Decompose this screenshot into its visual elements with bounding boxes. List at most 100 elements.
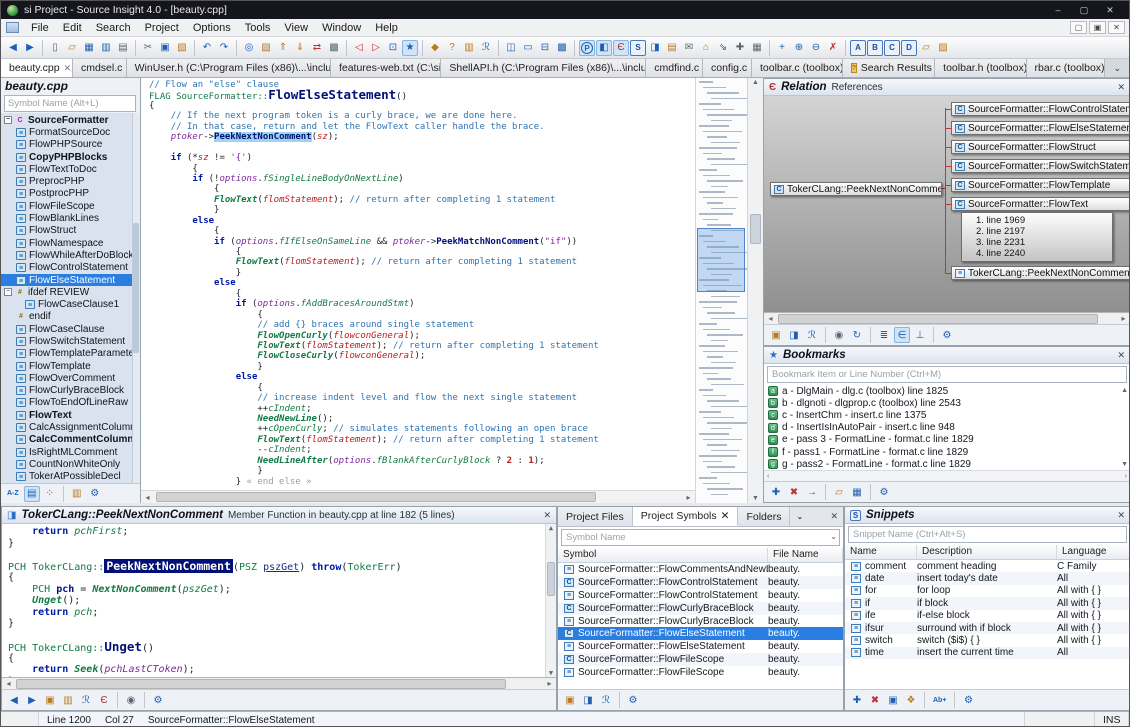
scroll-down-icon[interactable]: ▼ (748, 495, 763, 502)
symbol-item-endif[interactable]: #endif (1, 311, 140, 323)
close-tab-icon[interactable]: ✕ (721, 507, 730, 525)
load-bookmarks-icon[interactable]: ▱ (831, 484, 847, 500)
symbol-item-flowstruct[interactable]: ≡FlowStruct (1, 225, 140, 237)
references-r-icon[interactable]: ℛ (804, 327, 820, 343)
symbol-row-1[interactable]: CSourceFormatter::FlowControlStatementbe… (558, 576, 843, 589)
bookmarks-scrollbar[interactable]: ‹› (764, 470, 1130, 481)
snippet-row-if[interactable]: ≡ifif blockAll with { } (845, 597, 1130, 609)
code-editor[interactable]: // Flow an "else" clauseFLAG SourceForma… (141, 78, 695, 503)
tab-overflow-icon[interactable]: ⌄ (1105, 63, 1129, 74)
settings-gear-icon[interactable]: ⚙ (939, 327, 955, 343)
symbol-row-0[interactable]: ≡SourceFormatter::FlowCommentsAndNewLine… (558, 563, 843, 576)
bookmark-item-a[interactable]: aa - DlgMain - dlg.c (toolbox) line 1825 (764, 385, 1130, 397)
import-icon[interactable]: ⇘ (715, 40, 731, 56)
dropdown-chevron-icon[interactable]: ⌄ (830, 532, 837, 541)
relation-node-2[interactable]: CSourceFormatter::FlowStruct (951, 140, 1130, 154)
tab-shellapi.h[interactable]: ShellAPI.h (C:\Program Files (x86)\...\i… (441, 59, 646, 77)
tab-cmdsel.c[interactable]: cmdsel.c (73, 59, 127, 77)
sort-alpha-icon[interactable]: A-Z (4, 486, 22, 502)
symbol-item-isrightmlcomment[interactable]: ≡IsRightMLComment (1, 446, 140, 458)
bookmark-d-icon[interactable]: D (901, 40, 917, 56)
nav-back-icon[interactable]: ◀ (6, 692, 22, 708)
close-tab-icon[interactable]: ✕ (64, 60, 72, 77)
close-icon[interactable]: ✕ (1117, 510, 1125, 521)
relation-window-icon[interactable]: Є (613, 40, 629, 56)
relation-node-3[interactable]: CSourceFormatter::FlowSwitchStatement (951, 159, 1130, 173)
symbol-item-formatsourcedoc[interactable]: ≡FormatSourceDoc (1, 126, 140, 138)
context-vertical-scrollbar[interactable]: ▲ ▼ (545, 524, 556, 677)
bookmark-item-c[interactable]: cc - InsertChm - insert.c line 1375 (764, 409, 1130, 421)
bookmark-edit-icon[interactable]: ▨ (935, 40, 951, 56)
bookmark-item-f[interactable]: ff - pass1 - FormatLine - format.c line … (764, 446, 1130, 458)
rename-icon[interactable]: Ab+ (930, 692, 949, 708)
tab-beauty.cpp[interactable]: beauty.cpp✕ (1, 59, 73, 77)
project-window-icon[interactable]: ▤ (664, 40, 680, 56)
symbol-item-copyphpblocks[interactable]: ≡CopyPHPBlocks (1, 151, 140, 163)
symbol-list-scrollbar[interactable] (132, 113, 140, 483)
bookmark-item-e[interactable]: ee - pass 3 - FormatLine - format.c line… (764, 434, 1130, 446)
scroll-right-icon[interactable]: ▸ (682, 493, 695, 502)
bookmark-item-b[interactable]: bb - dlgnoti - dlgprop.c (toolbox) line … (764, 397, 1130, 409)
close-icon[interactable]: ✕ (1117, 350, 1125, 361)
scroll-thumb[interactable] (156, 492, 596, 502)
symbol-item-flowcaseclause1[interactable]: ≡FlowCaseClause1 (1, 298, 140, 310)
symbol-row-5[interactable]: CSourceFormatter::FlowElseStatementbeaut… (558, 627, 843, 640)
scroll-up-icon[interactable]: ▲ (748, 79, 763, 86)
browse-icon[interactable]: ▣ (562, 692, 578, 708)
tab-cmdfind.c[interactable]: cmdfind.c (646, 59, 703, 77)
symbol-item-flowswitchstatement[interactable]: ≡FlowSwitchStatement (1, 335, 140, 347)
settings-gear-icon[interactable]: ⚙ (625, 692, 641, 708)
lock-icon[interactable]: ◉ (123, 692, 139, 708)
snippet-row-switch[interactable]: ≡switchswitch ($i$) { }All with { } (845, 634, 1130, 646)
symbol-item-calcassignmentcolumn[interactable]: ≡CalcAssignmentColumn (1, 421, 140, 433)
symbol-row-7[interactable]: CSourceFormatter::FlowFileScopebeauty. (558, 653, 843, 666)
menu-project[interactable]: Project (138, 20, 186, 36)
bookmark-b-icon[interactable]: B (867, 40, 883, 56)
jump-callee-icon[interactable]: ▷ (368, 40, 384, 56)
delete-bookmark-icon[interactable]: ✖ (786, 484, 802, 500)
new-snippet-icon[interactable]: ✚ (849, 692, 865, 708)
goto-bookmark-icon[interactable]: → (804, 484, 820, 500)
editor-minimap[interactable] (695, 78, 747, 503)
tab-config.c[interactable]: config.c (703, 59, 752, 77)
browse-symbols-icon[interactable]: ◆ (427, 40, 443, 56)
relation-horizontal-scrollbar[interactable]: ◂ ▸ (764, 312, 1130, 324)
context-horizontal-scrollbar[interactable]: ◂ ▸ (2, 677, 556, 689)
symbol-item-flowcontrolstatement[interactable]: ≡FlowControlStatement (1, 262, 140, 274)
tile-two-columns-icon[interactable]: ◫ (503, 40, 519, 56)
minimize-icon[interactable]: – (1045, 5, 1071, 16)
scroll-left-icon[interactable]: ◂ (141, 493, 154, 502)
close-icon[interactable]: ✕ (543, 510, 551, 521)
symbol-item-flowtemplate[interactable]: ≡FlowTemplate (1, 360, 140, 372)
menu-help[interactable]: Help (368, 20, 405, 36)
help-doc-icon[interactable]: ◨ (580, 692, 596, 708)
symbol-row-6[interactable]: ≡SourceFormatter::FlowElseStatementbeaut… (558, 640, 843, 653)
copy-icon[interactable]: ▣ (157, 40, 173, 56)
references-icon[interactable]: ℛ (478, 40, 494, 56)
symbol-item-flowtexttodoc[interactable]: ≡FlowTextToDoc (1, 163, 140, 175)
symbol-item-flowfilescope[interactable]: ≡FlowFileScope (1, 200, 140, 212)
edit-snippet-icon[interactable]: ▣ (885, 692, 901, 708)
bookmark-item-g[interactable]: gg - pass2 - FormatLine - format.c line … (764, 458, 1130, 470)
symbol-item-flowwhileafterdoblock[interactable]: ≡FlowWhileAfterDoBlock (1, 249, 140, 261)
symbol-row-8[interactable]: ≡SourceFormatter::FlowFileScopebeauty. (558, 666, 843, 679)
snippet-row-date[interactable]: ≡dateinsert today's dateAll (845, 572, 1130, 584)
tab-project-files[interactable]: Project Files (558, 507, 633, 526)
relation-reference-lines[interactable]: 1. line 19692. line 21973. line 22314. l… (961, 212, 1113, 262)
relation-graph[interactable]: CTokerCLang::PeekNextNonCommentCSourceFo… (764, 96, 1130, 312)
symbol-item-flowblanklines[interactable]: ≡FlowBlankLines (1, 212, 140, 224)
cascade-windows-icon[interactable]: ▩ (554, 40, 570, 56)
symbol-row-3[interactable]: CSourceFormatter::FlowCurlyBraceBlockbea… (558, 602, 843, 615)
mdi-close-icon[interactable]: ✕ (1108, 21, 1125, 34)
tab-rbar.c[interactable]: rbar.c (toolbox) (1027, 59, 1106, 77)
graph-view-icon[interactable]: ∈ (894, 327, 910, 343)
settings-gear-icon[interactable]: ⚙ (87, 486, 103, 502)
add-bookmark-icon[interactable]: ✚ (768, 484, 784, 500)
editor-vertical-scrollbar[interactable]: ▲ ▼ (747, 78, 763, 503)
symbol-item-flownamespace[interactable]: ≡FlowNamespace (1, 237, 140, 249)
nav-forward-icon[interactable]: ▶ (22, 40, 38, 56)
jump-caller-icon[interactable]: ◁ (351, 40, 367, 56)
symbol-item-flowcaseclause[interactable]: ≡FlowCaseClause (1, 323, 140, 335)
symbol-item-tokeratpossibledecl[interactable]: ≡TokerAtPossibleDecl (1, 471, 140, 483)
symbol-item-flowphpsource[interactable]: ≡FlowPHPSource (1, 139, 140, 151)
